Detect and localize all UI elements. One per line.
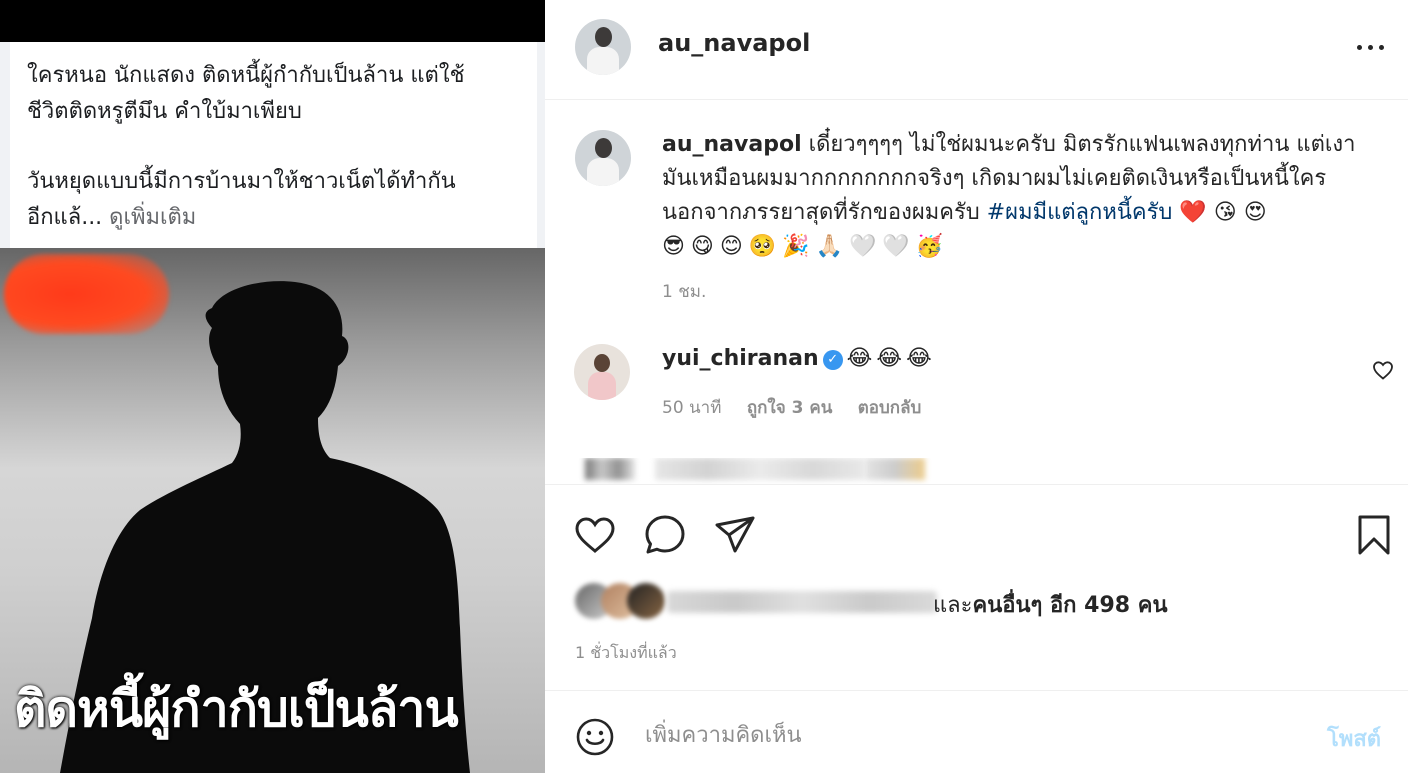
- fb-post-line: ชีวิตติดหรูตีมึน คำใบ้มาเพียบ: [27, 99, 302, 124]
- post-caption: au_navapol เดี๋ยวๆๆๆๆ ไม่ใช่ผมนะครับ มิต…: [662, 128, 1372, 264]
- redacted-mark: [4, 254, 169, 334]
- liker-avatars: [575, 581, 665, 621]
- comment-timestamp: 50 นาที: [662, 398, 722, 418]
- like-heart-icon[interactable]: [573, 513, 617, 557]
- commenter-username[interactable]: yui_chiranan: [662, 346, 819, 371]
- silhouette-photo: ติดหนี้ผู้กำกับเป็นล้าน: [0, 248, 545, 773]
- fb-post-line: ใครหนอ นักแสดง ติดหนี้ผู้กำกับเป็นล้าน แ…: [27, 63, 465, 88]
- fb-post-text: อีกแล้...: [27, 205, 110, 230]
- blurred-liker-name: [667, 591, 937, 613]
- post-header: au_navapol: [545, 0, 1408, 100]
- commenter-avatar[interactable]: [574, 344, 630, 400]
- hashtag-link[interactable]: #ผมมีแต่ลูกหนี้ครับ: [987, 200, 1173, 225]
- comment-meta: 50 นาที ถูกใจ 3 คน ตอบกลับ: [662, 394, 941, 421]
- see-more-link[interactable]: ดูเพิ่มเติม: [109, 205, 196, 230]
- caption-username[interactable]: au_navapol: [662, 132, 802, 157]
- post-comment-button[interactable]: โพสต์: [1327, 721, 1381, 756]
- likes-count-text: และคนอื่นๆ อีก 498 คน: [933, 593, 1168, 618]
- facebook-post-card: ใครหนอ นักแสดง ติดหนี้ผู้กำกับเป็นล้าน แ…: [0, 42, 545, 248]
- caption-emojis: 😎😋😊🥺🎉🙏🏻🤍🤍🥳: [662, 234, 950, 259]
- post-actions: และคนอื่นๆ อีก 498 คน 1 ชั่วโมงที่แล้ว: [545, 484, 1408, 690]
- facebook-post-body: ใครหนอ นักแสดง ติดหนี้ผู้กำกับเป็นล้าน แ…: [10, 42, 537, 248]
- comment-icon[interactable]: [643, 513, 687, 557]
- post-panel: au_navapol au_navapol เดี๋ยวๆๆๆๆ ไม่ใช่ผ…: [545, 0, 1408, 773]
- comment-input[interactable]: [645, 713, 1285, 757]
- fb-post-line: อีกแล้... ดูเพิ่มเติม: [27, 200, 521, 236]
- comment-text: 😂😂😂: [846, 346, 936, 371]
- blurred-comment: [575, 458, 935, 484]
- emoji-icon[interactable]: [575, 717, 615, 757]
- verified-badge-icon: ✓: [822, 350, 843, 370]
- more-options-icon[interactable]: [1353, 33, 1389, 61]
- bookmark-icon[interactable]: [1352, 513, 1396, 557]
- photo-caption: ติดหนี้ผู้กำกับเป็นล้าน: [14, 680, 459, 738]
- comment-likes-link[interactable]: ถูกใจ 3 คน: [747, 398, 833, 418]
- author-username[interactable]: au_navapol: [658, 29, 810, 57]
- comment-composer: โพสต์: [545, 690, 1408, 773]
- caption-timestamp: 1 ชม.: [662, 282, 707, 302]
- post-media: ใครหนอ นักแสดง ติดหนี้ผู้กำกับเป็นล้าน แ…: [0, 0, 545, 773]
- comment: yui_chiranan ✓ 😂😂😂: [662, 346, 936, 371]
- caption-author-avatar[interactable]: [575, 130, 631, 186]
- fb-post-line: วันหยุดแบบนี้มีการบ้านมาให้ชาวเน็ตได้ทำก…: [27, 169, 456, 194]
- likes-others-link[interactable]: คนอื่นๆ อีก 498 คน: [972, 593, 1167, 618]
- likes-summary[interactable]: และคนอื่นๆ อีก 498 คน: [575, 581, 1275, 621]
- media-top-bar: [0, 0, 545, 42]
- caption-emojis: ❤️ 😘 😍: [1172, 200, 1267, 225]
- comment-like-heart-icon[interactable]: [1371, 358, 1395, 382]
- post-timestamp: 1 ชั่วโมงที่แล้ว: [575, 643, 677, 662]
- send-icon[interactable]: [713, 513, 757, 557]
- reply-button[interactable]: ตอบกลับ: [858, 398, 922, 418]
- author-avatar[interactable]: [575, 19, 631, 75]
